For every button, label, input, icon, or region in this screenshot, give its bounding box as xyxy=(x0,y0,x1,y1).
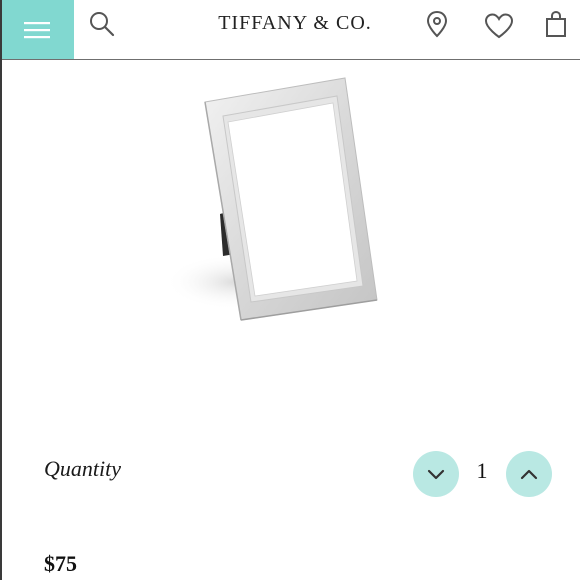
decrease-quantity-button[interactable] xyxy=(413,451,459,497)
chevron-up-icon xyxy=(520,469,538,480)
hamburger-menu-icon xyxy=(24,21,50,38)
top-navigation-bar: TIFFANY & CO. xyxy=(0,0,580,60)
chevron-down-icon xyxy=(427,469,445,480)
menu-button[interactable] xyxy=(0,0,74,59)
silver-picture-frame-image xyxy=(165,77,378,321)
search-icon[interactable] xyxy=(88,10,116,38)
increase-quantity-button[interactable] xyxy=(506,451,552,497)
location-pin-icon[interactable] xyxy=(425,10,449,38)
brand-logo[interactable]: TIFFANY & CO. xyxy=(190,10,400,36)
shopping-bag-icon[interactable] xyxy=(545,10,567,38)
product-price: $75 xyxy=(44,551,77,576)
heart-icon[interactable] xyxy=(484,13,514,39)
quantity-label: Quantity xyxy=(44,456,121,481)
left-edge-divider xyxy=(0,0,2,580)
quantity-value: 1 xyxy=(476,458,488,483)
product-page: TIFFANY & CO. Quantity 1 $75 xyxy=(0,0,580,580)
